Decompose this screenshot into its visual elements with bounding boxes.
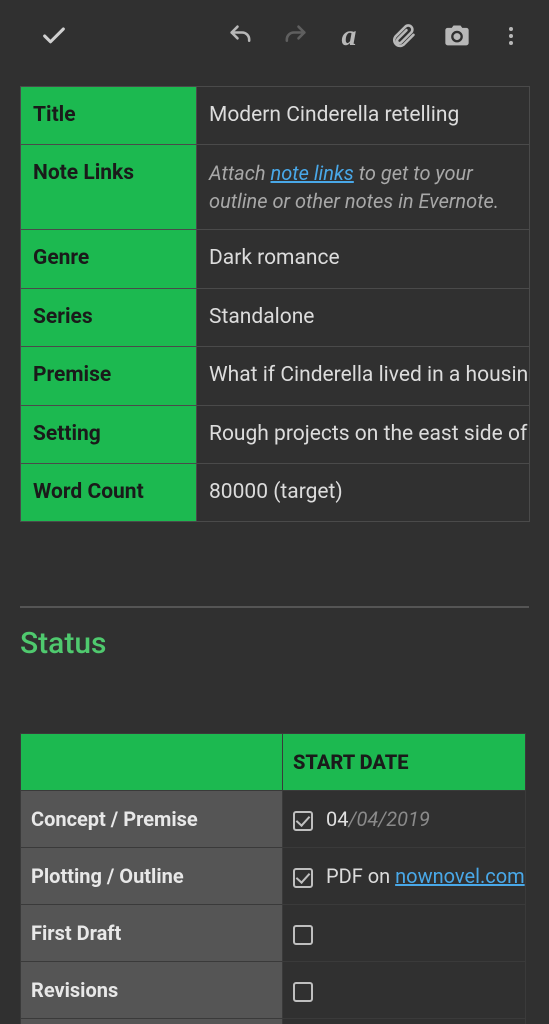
table-row: Concept / Premise 04/04/2019 — [21, 791, 526, 848]
status-cell[interactable] — [283, 905, 526, 962]
note-body: Title Modern Cinderella retelling Note L… — [0, 72, 549, 1024]
redo-icon[interactable] — [273, 14, 317, 58]
nownovel-link[interactable]: nownovel.com — [395, 864, 525, 888]
status-cell[interactable]: PDF on nownovel.com — [283, 848, 526, 905]
table-row: Title Modern Cinderella retelling — [21, 87, 530, 145]
status-table: START DATE Concept / Premise 04/04/2019 … — [20, 733, 526, 1024]
status-row-label: Concept / Premise — [21, 791, 283, 848]
info-value[interactable]: 80000 (target) — [197, 463, 530, 521]
checkbox-icon[interactable] — [293, 811, 313, 831]
table-row: Series Standalone — [21, 288, 530, 346]
info-value[interactable]: Standalone — [197, 288, 530, 346]
status-header-blank — [21, 734, 283, 791]
note-links-link[interactable]: note links — [271, 161, 354, 185]
table-row: First Draft — [21, 905, 526, 962]
info-label: Title — [21, 87, 197, 145]
confirm-button[interactable] — [32, 14, 76, 58]
info-label: Word Count — [21, 463, 197, 521]
info-value[interactable]: Rough projects on the east side of — [197, 405, 530, 463]
checkbox-icon[interactable] — [293, 868, 313, 888]
status-header-startdate: START DATE — [283, 734, 526, 791]
table-row: Premise What if Cinderella lived in a ho… — [21, 347, 530, 405]
info-value[interactable]: Dark romance — [197, 230, 530, 288]
info-label: Genre — [21, 230, 197, 288]
divider — [20, 606, 529, 608]
status-cell[interactable] — [283, 1019, 526, 1024]
status-cell[interactable]: 04/04/2019 — [283, 791, 526, 848]
table-row: Revisions — [21, 962, 526, 1019]
undo-icon[interactable] — [219, 14, 263, 58]
table-row: Plotting / Outline PDF on nownovel.com — [21, 848, 526, 905]
info-table: Title Modern Cinderella retelling Note L… — [20, 86, 530, 522]
table-row: Note Links Attach note links to get to y… — [21, 145, 530, 230]
status-heading: Status — [20, 626, 529, 661]
more-icon[interactable] — [489, 14, 533, 58]
status-row-label: Revisions — [21, 962, 283, 1019]
status-cell[interactable] — [283, 962, 526, 1019]
info-value[interactable]: What if Cinderella lived in a housing — [197, 347, 530, 405]
text-format-icon[interactable]: a — [327, 14, 371, 58]
table-row: Beta Reader Feedback — [21, 1019, 526, 1024]
table-row: Genre Dark romance — [21, 230, 530, 288]
toolbar: a — [0, 0, 549, 72]
camera-icon[interactable] — [435, 14, 479, 58]
status-row-label: Plotting / Outline — [21, 848, 283, 905]
info-label: Note Links — [21, 145, 197, 230]
info-label: Setting — [21, 405, 197, 463]
info-label: Premise — [21, 347, 197, 405]
note-links-hint[interactable]: Attach note links to get to your outline… — [197, 145, 530, 230]
status-row-label: First Draft — [21, 905, 283, 962]
table-row: Setting Rough projects on the east side … — [21, 405, 530, 463]
info-value[interactable]: Modern Cinderella retelling — [197, 87, 530, 145]
attachment-icon[interactable] — [381, 14, 425, 58]
info-label: Series — [21, 288, 197, 346]
checkbox-icon[interactable] — [293, 982, 313, 1002]
table-row: Word Count 80000 (target) — [21, 463, 530, 521]
status-row-label: Beta Reader Feedback — [21, 1019, 283, 1024]
checkbox-icon[interactable] — [293, 925, 313, 945]
